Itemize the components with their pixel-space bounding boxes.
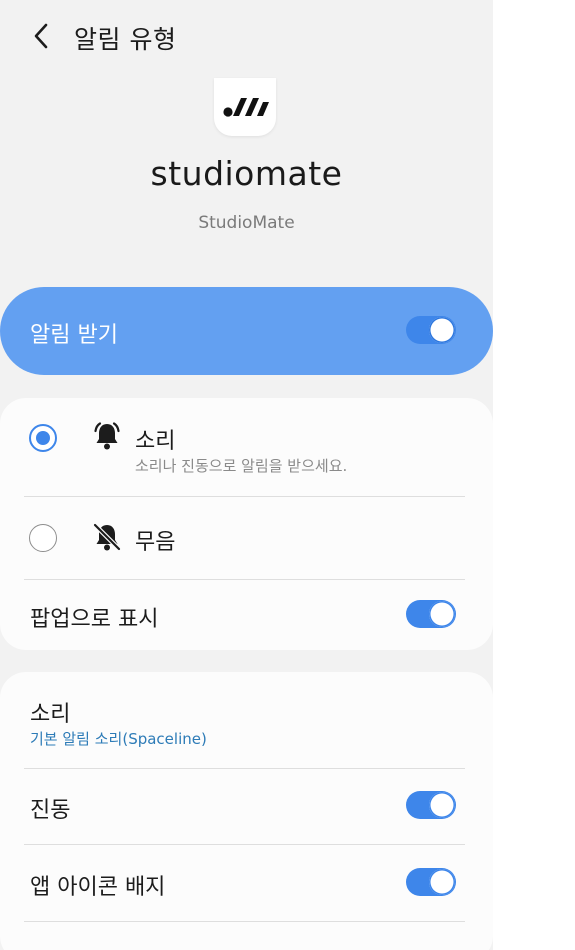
back-arrow-icon — [34, 23, 48, 49]
sound-settings-card: 소리 기본 알림 소리(Spaceline) 진동 앱 아이콘 배지 — [0, 672, 493, 950]
sound-setting-label: 소리 — [30, 702, 71, 727]
sound-setting-row[interactable] — [0, 672, 493, 768]
app-icon-badge-toggle[interactable] — [406, 868, 456, 896]
receive-notifications-row[interactable]: 알림 받기 — [0, 287, 493, 375]
back-button[interactable] — [24, 18, 58, 54]
app-subtitle: StudioMate — [198, 213, 295, 233]
popup-label: 팝업으로 표시 — [30, 607, 159, 632]
app-icon-badge-label: 앱 아이콘 배지 — [30, 875, 166, 900]
header: 알림 유형 — [0, 0, 493, 72]
page-title: 알림 유형 — [74, 25, 177, 54]
vibration-toggle[interactable] — [406, 791, 456, 819]
alert-mode-card: 소리 소리나 진동으로 알림을 받으세요. 무음 팝업으로 표시 — [0, 398, 493, 650]
sound-option-description: 소리나 진동으로 알림을 받으세요. — [135, 457, 348, 475]
popup-toggle[interactable] — [406, 600, 456, 628]
receive-notifications-label: 알림 받기 — [30, 323, 118, 348]
studiomate-logo-icon — [223, 98, 269, 117]
receive-notifications-toggle[interactable] — [406, 316, 456, 344]
sound-setting-value: 기본 알림 소리(Spaceline) — [30, 730, 207, 748]
bell-ringing-icon — [94, 422, 120, 450]
bell-off-icon — [92, 522, 122, 552]
app-name: studiomate — [150, 154, 343, 193]
vibration-label: 진동 — [30, 798, 71, 823]
app-logo — [214, 78, 276, 136]
sound-radio[interactable] — [29, 424, 57, 452]
sound-option-row[interactable] — [0, 398, 493, 496]
silent-option-row[interactable] — [0, 497, 493, 579]
notification-type-screen: 알림 유형 studiomate StudioMate 알림 받기 소리 소리나… — [0, 0, 493, 950]
silent-radio[interactable] — [29, 524, 57, 552]
sound-option-title: 소리 — [135, 429, 176, 454]
divider — [24, 921, 465, 922]
silent-option-title: 무음 — [135, 530, 176, 555]
